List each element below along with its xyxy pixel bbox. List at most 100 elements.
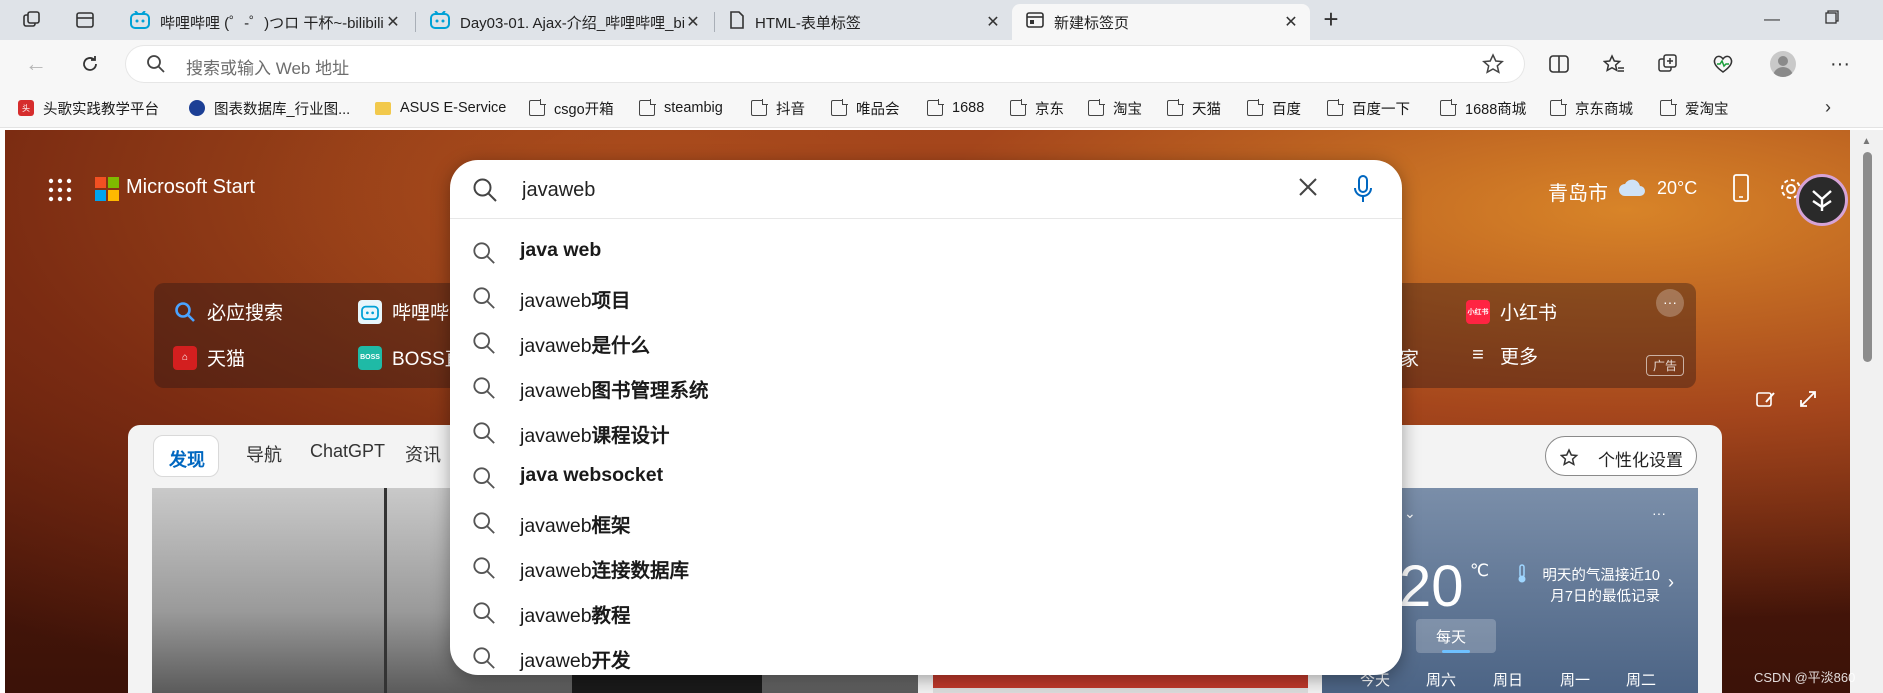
bookmark-item[interactable]: 1688 [927,98,984,118]
edit-background-icon[interactable] [1756,390,1776,411]
tab-navigation[interactable]: 导航 [246,441,282,467]
vertical-tabs-icon[interactable] [71,6,99,34]
bookmark-item[interactable]: 百度一下 [1327,98,1410,118]
search-suggestion[interactable]: javaweb项目 [450,274,1402,319]
page-scrollbar[interactable]: ▲ [1850,130,1883,693]
tab-new-tab[interactable]: 新建标签页 ✕ [1012,4,1310,40]
bookmark-item[interactable]: 抖音 [751,98,805,118]
scrollbar-thumb[interactable] [1863,152,1872,362]
quick-link-more[interactable]: ≡ 更多 [1466,342,1538,369]
bookmark-item[interactable]: ASUS E-Service [375,98,506,118]
weather-day[interactable]: 周二 [1626,669,1656,690]
expand-icon[interactable] [1799,390,1817,411]
scroll-up-icon[interactable]: ▲ [1861,136,1872,147]
weather-more-icon[interactable]: ··· [1652,505,1666,521]
bookmark-label: 1688 [952,100,985,116]
document-icon [729,11,745,33]
quick-link-label: 更多 [1500,347,1539,368]
tab-discover[interactable]: 发现 [153,435,219,477]
phone-icon[interactable] [1732,174,1750,205]
favorites-icon[interactable] [1600,50,1628,78]
search-suggestion[interactable]: javaweb开发 [450,634,1402,679]
personalize-button[interactable]: 个性化设置 [1545,436,1697,476]
app-launcher-icon[interactable] [48,178,72,205]
microphone-icon[interactable] [1354,175,1372,206]
close-tab-icon[interactable]: ✕ [984,12,1002,32]
search-suggestion[interactable]: javaweb课程设计 [450,409,1402,454]
address-bar[interactable]: 搜索或输入 Web 地址 [126,46,1524,82]
bookmark-label: ASUS E-Service [400,100,507,116]
quick-links-options-icon[interactable]: ··· [1656,289,1684,317]
weather-mode-toggle[interactable]: 每天 [1416,619,1496,653]
favorite-star-icon[interactable] [1481,53,1505,78]
quick-link-bing[interactable]: 必应搜索 [173,298,283,325]
clear-search-icon[interactable] [1298,177,1318,200]
profile-avatar[interactable] [1770,51,1796,77]
bookmark-item[interactable]: 天猫 [1167,98,1221,118]
search-suggestion[interactable]: javaweb是什么 [450,319,1402,364]
quick-link-xiaohongshu[interactable]: 小红书 小红书 [1466,298,1557,325]
split-screen-icon[interactable] [1545,50,1573,78]
restore-icon[interactable] [1820,8,1844,32]
bookmark-item[interactable]: 京东商城 [1550,98,1633,118]
workspaces-icon[interactable] [18,6,46,34]
search-suggestion[interactable]: java web [450,229,1402,274]
chevron-right-icon[interactable]: › [1825,97,1831,118]
tab-html-form[interactable]: HTML-表单标签 ✕ [715,4,1012,40]
search-suggestion[interactable]: javaweb教程 [450,589,1402,634]
new-tab-icon [1026,11,1044,33]
weather-mode-label: 每天 [1436,629,1467,646]
minimize-icon[interactable]: — [1760,8,1784,32]
suggestion-text: java web [520,239,601,262]
weather-temp[interactable]: 20°C [1657,178,1697,199]
search-icon [472,421,496,448]
chevron-down-icon[interactable]: ⌄ [1404,505,1416,522]
suggestion-completion: java websocket [520,464,664,486]
weather-note[interactable]: 明天的气温接近10 月7日的最低记录 [1536,564,1660,606]
weather-day[interactable]: 周日 [1493,669,1523,690]
close-tab-icon[interactable]: ✕ [1282,12,1300,32]
bookmark-item[interactable]: 爱淘宝 [1660,98,1729,118]
chevron-right-icon[interactable]: › [1668,572,1674,593]
tab-chatgpt[interactable]: ChatGPT [310,441,385,462]
search-icon [472,511,496,538]
bilibili-icon [130,10,150,33]
bookmark-item[interactable]: 百度 [1247,98,1301,118]
tab-ajax-video[interactable]: Day03-01. Ajax-介绍_哔哩哔哩_bilibili ✕ [416,4,712,40]
brand-title[interactable]: Microsoft Start [126,176,255,199]
quick-link-tmall[interactable]: ⌂ 天猫 [173,344,245,371]
weather-city[interactable]: 青岛市 [1548,177,1608,206]
bookmark-item[interactable]: 1688商城 [1440,98,1526,118]
search-suggestion[interactable]: javaweb图书管理系统 [450,364,1402,409]
bookmark-item[interactable]: 淘宝 [1088,98,1142,118]
search-input[interactable] [520,174,1224,206]
bookmark-item[interactable]: 图表数据库_行业图... [189,98,350,118]
browser-essentials-icon[interactable] [1709,50,1737,78]
close-tab-icon[interactable]: ✕ [384,12,402,32]
search-suggestion[interactable]: javaweb连接数据库 [450,544,1402,589]
tab-news[interactable]: 资讯 [405,441,441,467]
address-placeholder: 搜索或输入 Web 地址 [186,59,350,78]
weather-day[interactable]: 周一 [1560,669,1590,690]
user-avatar[interactable] [1796,174,1848,226]
back-arrow-icon[interactable]: ← [22,50,50,78]
search-suggestion[interactable]: javaweb框架 [450,499,1402,544]
bookmark-label: 京东商城 [1575,101,1633,118]
weather-day[interactable]: 周六 [1426,669,1456,690]
bookmark-item[interactable]: steambig [639,98,723,118]
bookmark-item[interactable]: 头头歌实践教学平台 [18,98,159,118]
bookmark-item[interactable]: 唯品会 [831,98,900,118]
refresh-icon[interactable] [76,50,104,78]
close-tab-icon[interactable]: ✕ [684,12,702,32]
tab-bilibili-home[interactable]: 哔哩哔哩 (゜-゜)つロ 干杯~-bilibili ✕ [116,4,412,40]
suggestion-completion: 是什么 [591,335,651,357]
collections-icon[interactable] [1654,50,1682,78]
new-tab-plus-icon[interactable]: + [1317,4,1345,34]
search-suggestion[interactable]: java websocket [450,454,1402,499]
bookmark-item[interactable]: 京东 [1010,98,1064,118]
settings-more-icon[interactable]: ··· [1826,50,1854,78]
quick-link-home[interactable]: 家 [1400,344,1419,371]
search-icon [173,300,197,324]
page-icon [1088,99,1105,116]
bookmark-item[interactable]: csgo开箱 [529,98,614,118]
